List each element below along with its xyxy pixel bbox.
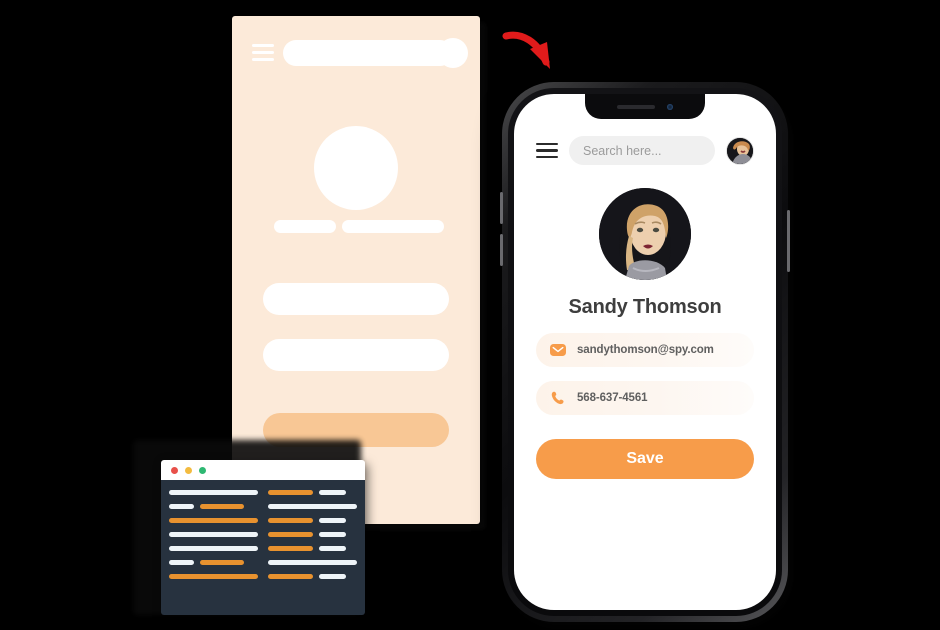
save-button[interactable]: Save: [536, 439, 754, 479]
avatar[interactable]: [726, 136, 754, 165]
power-button[interactable]: [787, 210, 790, 272]
code-bar-white: [318, 518, 347, 523]
photo-circle-placeholder: [314, 126, 398, 210]
volume-up-button[interactable]: [500, 192, 503, 224]
page-title: Sandy Thomson: [568, 296, 722, 318]
code-window: [161, 460, 365, 615]
close-dot[interactable]: [171, 466, 178, 474]
label-bar-placeholder: [274, 220, 336, 233]
phone-device: Search here... Sandy Thomson sandythomso…: [500, 82, 790, 622]
code-line: [169, 532, 258, 537]
search-placeholder-text: Search here...: [583, 143, 662, 158]
phone-value: 568-637-4561: [577, 392, 648, 404]
envelope-icon: [550, 344, 566, 356]
code-bar-white: [268, 560, 357, 565]
code-bar-orange: [268, 518, 313, 523]
front-camera-icon: [667, 103, 673, 110]
phone-bezel: Search here... Sandy Thomson sandythomso…: [508, 88, 782, 616]
profile-photo: [599, 188, 691, 280]
avatar-placeholder: [438, 38, 468, 68]
code-bar-white: [169, 490, 258, 495]
code-bar-white: [169, 532, 258, 537]
hamburger-icon[interactable]: [536, 142, 558, 159]
code-bar-orange: [268, 532, 313, 537]
code-bar-orange: [268, 574, 313, 579]
code-line: [169, 574, 258, 579]
label-bar-placeholder: [342, 220, 444, 233]
code-column-right: [268, 490, 357, 605]
app-topbar: Search here...: [536, 136, 754, 165]
code-bar-white: [318, 574, 347, 579]
profile-photo-image: [599, 188, 691, 280]
email-field[interactable]: sandythomson@spy.com: [536, 333, 754, 367]
code-bar-orange: [268, 546, 313, 551]
code-window-titlebar: [161, 460, 365, 480]
scene-root: Search here... Sandy Thomson sandythomso…: [0, 0, 940, 630]
code-bar-white: [318, 546, 347, 551]
code-line: [268, 518, 357, 523]
search-input[interactable]: Search here...: [569, 136, 715, 165]
speaker-slit: [617, 104, 655, 109]
code-line: [169, 518, 258, 523]
maximize-dot[interactable]: [199, 466, 206, 474]
code-line: [268, 504, 357, 509]
code-bar-orange: [169, 518, 258, 523]
code-line: [268, 574, 357, 579]
code-bar-white: [318, 490, 347, 495]
code-column-left: [169, 490, 258, 605]
phone-notch: [585, 94, 705, 119]
phone-field[interactable]: 568-637-4561: [536, 381, 754, 415]
code-bar-orange: [199, 504, 245, 509]
code-bar-white: [318, 532, 347, 537]
red-curved-arrow-icon: [502, 31, 550, 69]
phone-screen: Search here... Sandy Thomson sandythomso…: [514, 94, 776, 610]
code-window-body: [161, 480, 365, 615]
code-bar-white: [169, 546, 258, 551]
code-bar-white: [268, 504, 357, 509]
code-line: [169, 490, 258, 495]
hamburger-placeholder-icon: [252, 44, 274, 61]
code-bar-orange: [268, 490, 313, 495]
code-line: [169, 504, 258, 509]
search-placeholder: [283, 40, 453, 66]
code-line: [268, 546, 357, 551]
input-placeholder: [263, 339, 449, 371]
code-line: [268, 532, 357, 537]
code-bar-orange: [199, 560, 245, 565]
code-bar-white: [169, 560, 194, 565]
code-line: [268, 490, 357, 495]
user-avatar-thumbnail-image: [727, 137, 753, 164]
input-placeholder: [263, 283, 449, 315]
minimize-dot[interactable]: [185, 466, 192, 474]
code-line: [169, 560, 258, 565]
phone-icon: [551, 391, 564, 405]
code-line: [169, 546, 258, 551]
code-bar-white: [169, 504, 194, 509]
code-line: [268, 560, 357, 565]
volume-down-button[interactable]: [500, 234, 503, 266]
code-bar-orange: [169, 574, 258, 579]
email-value: sandythomson@spy.com: [577, 344, 714, 356]
app-content: Search here... Sandy Thomson sandythomso…: [514, 94, 776, 479]
